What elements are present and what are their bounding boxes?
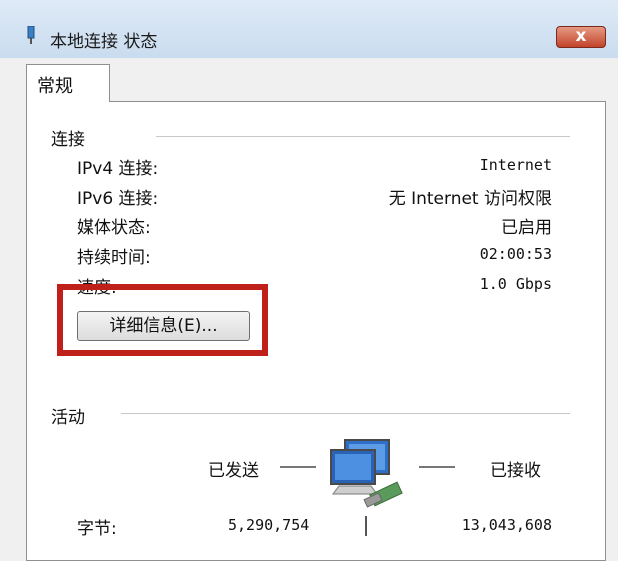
bytes-received-value: 13,043,608 [461, 516, 552, 534]
details-highlight-box [57, 284, 268, 356]
received-dash [419, 466, 455, 468]
network-computers-icon [330, 439, 403, 508]
sent-dash [280, 466, 316, 468]
network-connection-icon [27, 26, 35, 44]
activity-divider [121, 413, 570, 414]
tab-general-label: 常规 [37, 76, 73, 97]
connection-divider [156, 136, 570, 137]
bytes-sent-value: 5,290,754 [228, 516, 310, 534]
duration-label: 持续时间: [77, 248, 151, 268]
close-button[interactable]: x [556, 26, 606, 48]
ipv4-value: Internet [479, 156, 552, 174]
tab-general[interactable]: 常规 [26, 64, 110, 102]
close-icon: x [575, 26, 587, 46]
bytes-label: 字节: [77, 519, 117, 539]
ipv6-label: IPv6 连接: [77, 189, 159, 209]
ipv6-value: 无 Internet 访问权限 [388, 189, 552, 209]
ipv4-label: IPv4 连接: [77, 159, 159, 179]
title-bar: 本地连接 状态 x [0, 0, 618, 58]
connection-section-label: 连接 [51, 130, 85, 150]
media-state-label: 媒体状态: [77, 218, 151, 238]
speed-value: 1.0 Gbps [479, 275, 552, 293]
activity-separator [365, 516, 367, 536]
sent-label: 已发送 [208, 461, 259, 481]
media-state-value: 已启用 [501, 218, 552, 238]
activity-section-label: 活动 [51, 408, 85, 428]
duration-value: 02:00:53 [479, 245, 552, 263]
window-title: 本地连接 状态 [50, 32, 158, 52]
received-label: 已接收 [490, 461, 541, 481]
